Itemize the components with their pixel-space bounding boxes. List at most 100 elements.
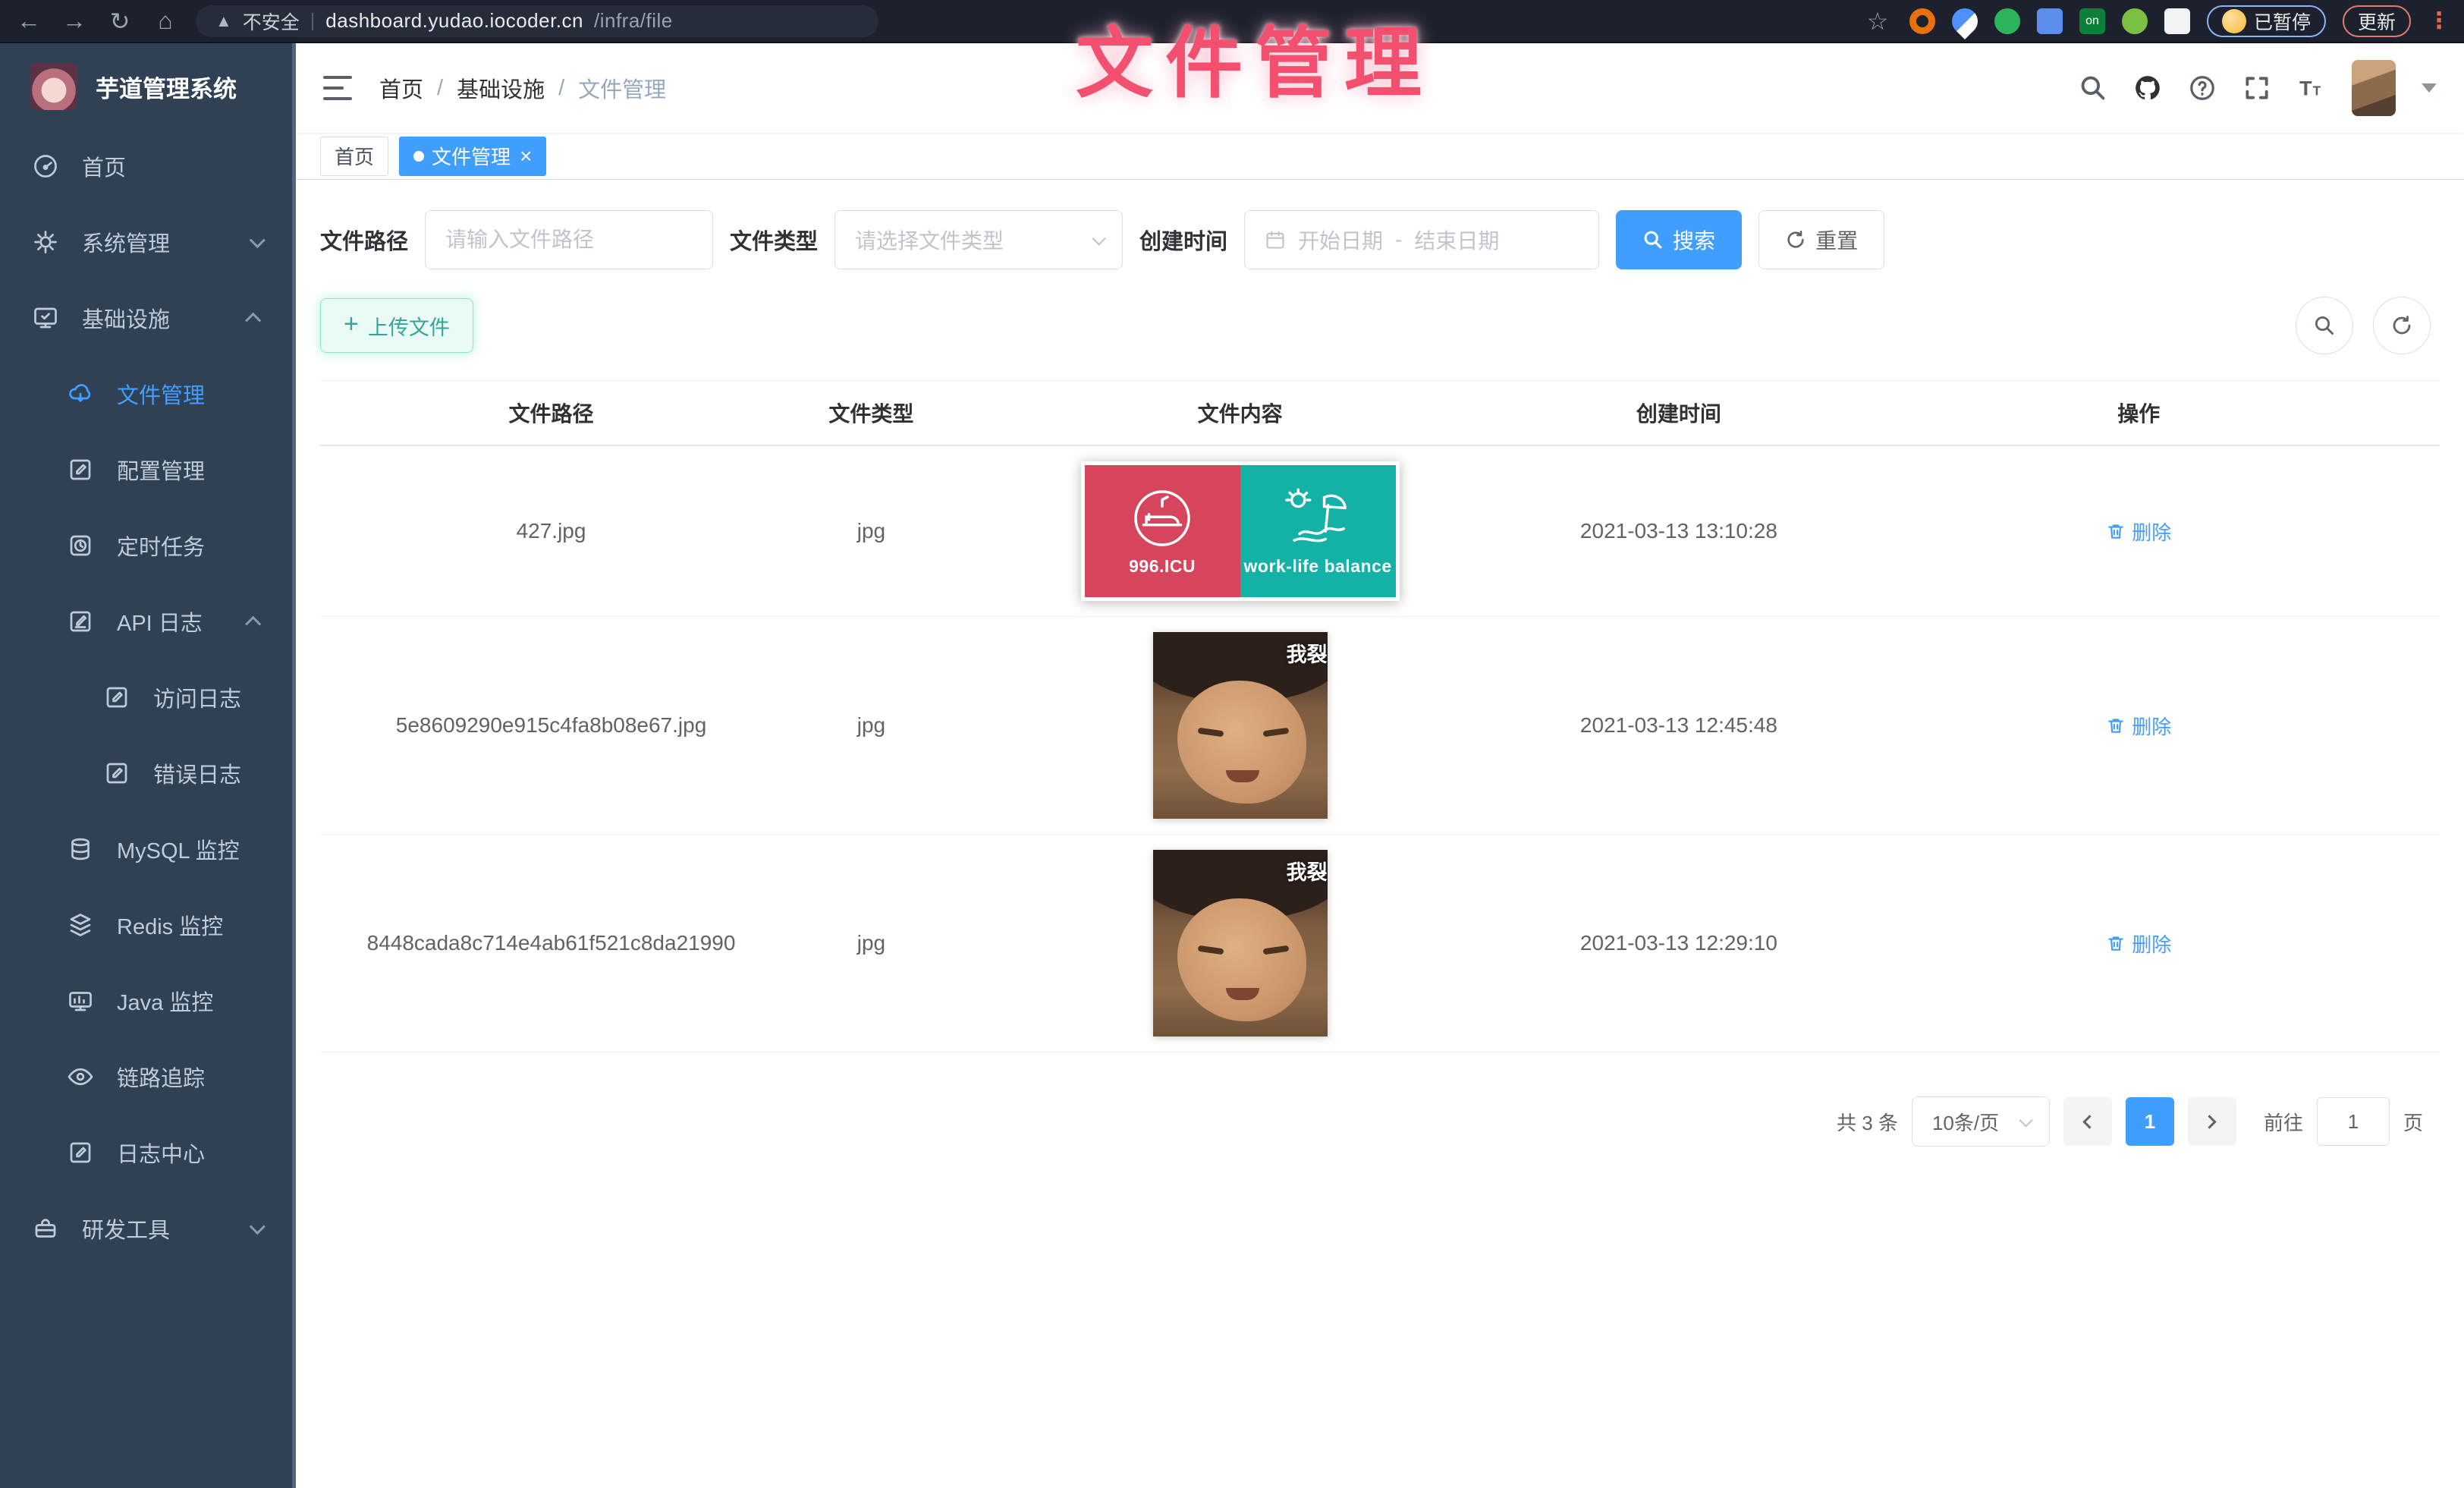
extension-pin-icon[interactable]	[1947, 2, 1983, 39]
not-secure-label[interactable]: 不安全	[243, 8, 300, 35]
search-icon	[1642, 229, 1664, 250]
sidebar-item-java-monitor[interactable]: Java 监控	[0, 963, 296, 1039]
search-button[interactable]: 搜索	[1616, 210, 1742, 269]
table-row: 5e8609290e915c4fa8b08e67.jpg jpg 我裂开了	[320, 617, 2440, 835]
table-row: 427.jpg jpg 996.ICU work-life balan	[320, 446, 2440, 617]
close-tab-icon[interactable]: ×	[520, 146, 532, 167]
sidebar-item-label: 配置管理	[117, 454, 205, 486]
delete-button[interactable]: 删除	[2106, 517, 2171, 546]
database-icon	[67, 835, 94, 863]
file-content-cell: 996.ICU work-life balance	[960, 446, 1520, 616]
goto-label: 前往	[2264, 1108, 2303, 1136]
goto-page-input[interactable]	[2317, 1097, 2390, 1146]
page-number-1[interactable]: 1	[2126, 1097, 2174, 1146]
bookmark-star-icon[interactable]: ☆	[1862, 7, 1893, 36]
url-separator: |	[310, 10, 316, 32]
extension-on-badge-icon[interactable]: on	[2079, 8, 2105, 34]
preview-996-left: 996.ICU	[1085, 465, 1240, 597]
fullscreen-icon[interactable]	[2242, 74, 2271, 102]
delete-button[interactable]: 删除	[2106, 712, 2171, 740]
chevron-down-icon	[1092, 231, 1105, 245]
page-content: 文件路径 文件类型 请选择文件类型 创建时间 开始日期 - 结束日期	[296, 180, 2464, 1488]
upload-button-label: 上传文件	[368, 311, 450, 341]
file-type-cell: jpg	[782, 698, 960, 753]
extension-gear-icon[interactable]	[1909, 8, 1935, 34]
prev-page-button[interactable]	[2063, 1097, 2112, 1146]
page-unit-label: 页	[2403, 1108, 2423, 1136]
date-separator: -	[1395, 228, 1402, 252]
file-preview-baby-meme[interactable]: 我裂开了	[1153, 632, 1328, 819]
tab-file-management[interactable]: 文件管理 ×	[399, 137, 546, 176]
sidebar-item-scheduled-tasks[interactable]: 定时任务	[0, 508, 296, 584]
sidebar-item-access-logs[interactable]: 访问日志	[0, 659, 296, 735]
refresh-table-button[interactable]	[2373, 297, 2431, 354]
breadcrumb-section[interactable]: 基础设施	[457, 72, 545, 104]
sidebar-item-log-center[interactable]: 日志中心	[0, 1115, 296, 1191]
svg-text:T: T	[2313, 83, 2321, 99]
sidebar-item-tracing[interactable]: 链路追踪	[0, 1039, 296, 1115]
extension-green-circle-icon[interactable]	[1994, 8, 2020, 34]
profile-emoji-icon	[2222, 9, 2246, 33]
eye-icon	[67, 1063, 94, 1090]
font-size-icon[interactable]: TT	[2297, 74, 2326, 102]
browser-back-icon[interactable]: ←	[14, 7, 44, 35]
column-header: 创建时间	[1520, 381, 1837, 445]
browser-forward-icon[interactable]: →	[59, 7, 90, 35]
refresh-icon	[1785, 229, 1806, 250]
profile-paused-chip[interactable]: 已暂停	[2207, 5, 2326, 37]
url-bar[interactable]: ▲ 不安全 | dashboard.yudao.iocoder.cn /infr…	[196, 5, 878, 37]
preview-996-right: work-life balance	[1240, 465, 1396, 597]
file-type-select[interactable]: 请选择文件类型	[834, 210, 1123, 269]
refresh-icon	[2390, 314, 2413, 337]
delete-button[interactable]: 删除	[2106, 930, 2171, 958]
sidebar-item-dev-tools[interactable]: 研发工具	[0, 1191, 296, 1266]
beach-umbrella-icon	[1281, 486, 1354, 550]
file-path-input[interactable]	[445, 228, 693, 252]
sidebar-item-label: API 日志	[117, 606, 203, 637]
breadcrumb-home[interactable]: 首页	[379, 72, 423, 104]
sidebar-item-config-management[interactable]: 配置管理	[0, 432, 296, 508]
file-preview-baby-meme[interactable]: 我裂开了	[1153, 850, 1328, 1037]
browser-toolbar-right: ☆ on 已暂停 更新 ⋮	[1862, 5, 2450, 37]
browser-update-button[interactable]: 更新	[2343, 5, 2411, 37]
date-range-picker[interactable]: 开始日期 - 结束日期	[1244, 210, 1599, 269]
reset-button[interactable]: 重置	[1758, 210, 1884, 269]
help-icon[interactable]	[2188, 74, 2217, 102]
file-preview-996icu[interactable]: 996.ICU work-life balance	[1081, 461, 1400, 601]
extension-puzzle-icon[interactable]	[2164, 8, 2190, 34]
sidebar-item-file-management[interactable]: 文件管理	[0, 356, 296, 432]
header-search-icon[interactable]	[2079, 74, 2107, 102]
sidebar-toggle-icon[interactable]	[323, 76, 352, 100]
app-logo	[30, 63, 77, 110]
sidebar-item-mysql-monitor[interactable]: MySQL 监控	[0, 811, 296, 887]
baby-face	[1177, 898, 1306, 1021]
tab-label: 文件管理	[432, 142, 511, 170]
delete-label: 删除	[2132, 712, 2171, 740]
tab-home[interactable]: 首页	[320, 137, 388, 176]
upload-file-button[interactable]: + 上传文件	[320, 298, 473, 353]
github-icon[interactable]	[2133, 74, 2162, 102]
browser-reload-icon[interactable]: ↻	[105, 7, 135, 36]
browser-menu-dots-icon[interactable]: ⋮	[2428, 8, 2450, 34]
sidebar-item-error-logs[interactable]: 错误日志	[0, 735, 296, 811]
sidebar-item-infrastructure[interactable]: 基础设施	[0, 280, 296, 356]
user-menu-caret-icon[interactable]	[2422, 83, 2437, 93]
dashboard-icon	[32, 153, 59, 180]
page-size-select[interactable]: 10条/页	[1912, 1096, 2050, 1147]
sidebar-item-redis-monitor[interactable]: Redis 监控	[0, 887, 296, 963]
extension-leaf-icon[interactable]	[2122, 8, 2148, 34]
next-page-button[interactable]	[2188, 1097, 2236, 1146]
sidebar-item-api-logs[interactable]: API 日志	[0, 584, 296, 659]
extension-grid-icon[interactable]	[2037, 8, 2063, 34]
sidebar-logo-row[interactable]: 芋道管理系统	[0, 43, 296, 128]
trash-icon	[2106, 716, 2126, 735]
reset-button-label: 重置	[1815, 225, 1858, 255]
sidebar-item-system[interactable]: 系统管理	[0, 204, 296, 280]
browser-home-icon[interactable]: ⌂	[150, 7, 181, 35]
user-avatar[interactable]	[2352, 60, 2396, 116]
toggle-search-button[interactable]	[2296, 297, 2353, 354]
sidebar-item-label: 定时任务	[117, 530, 205, 562]
edit-square-icon	[67, 456, 94, 483]
breadcrumb-current: 文件管理	[578, 72, 666, 104]
sidebar-item-home[interactable]: 首页	[0, 128, 296, 204]
